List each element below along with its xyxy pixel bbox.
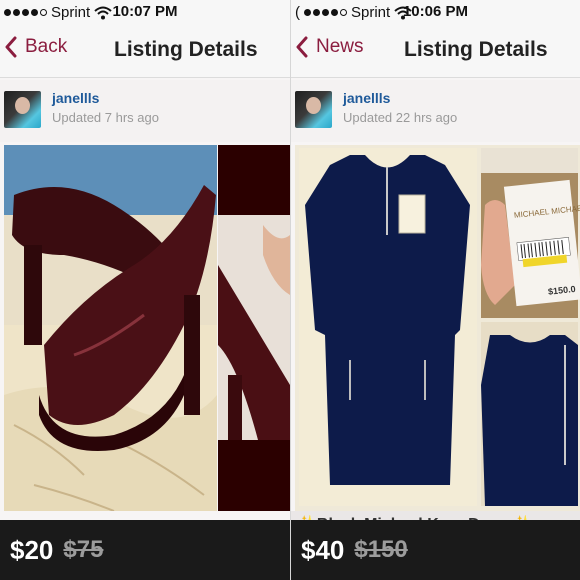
thumbnail-strip-image [218, 145, 290, 511]
status-bar: Sprint 10:07 PM [0, 0, 290, 24]
nav-bar: News Listing Details [291, 24, 580, 78]
seller-row[interactable]: janellls Updated 7 hrs ago [0, 80, 290, 142]
price: $40 [301, 534, 345, 565]
price: $20 [10, 534, 54, 565]
back-label: Back [25, 36, 68, 57]
price-bar: $20 $75 [0, 520, 290, 580]
clock: 10:07 PM [112, 3, 178, 20]
shoe-photo-image [4, 145, 217, 511]
nav-bar: Back Listing Details [0, 24, 290, 78]
status-bar: ( Sprint 10:06 PM [291, 0, 580, 24]
avatar[interactable] [295, 91, 332, 128]
back-button[interactable]: News [295, 36, 364, 58]
seller-username[interactable]: janellls [52, 90, 99, 106]
updated-time: Updated 22 hrs ago [343, 110, 458, 125]
back-label: News [316, 36, 364, 57]
price-bar: $40 $150 [291, 520, 580, 580]
listing-photo-thumbnails[interactable] [218, 145, 290, 511]
clock: 10:06 PM [402, 3, 469, 20]
seller-username[interactable]: janellls [343, 90, 390, 106]
original-price: $75 [63, 536, 104, 563]
page-title: Listing Details [404, 38, 548, 61]
listing-photo-main[interactable]: MICHAEL MICHAEL KORS $150.0 [295, 145, 580, 511]
chevron-left-icon [296, 36, 308, 58]
back-button[interactable]: Back [4, 36, 67, 58]
page-title: Listing Details [114, 38, 258, 61]
listing-screen-left: Sprint 10:07 PM Back Listing Details jan… [0, 0, 290, 580]
listing-photo-main[interactable] [4, 145, 217, 511]
seller-row[interactable]: janellls Updated 22 hrs ago [291, 80, 580, 142]
original-price: $150 [354, 536, 408, 563]
dress-collage-image: MICHAEL MICHAEL KORS $150.0 [295, 145, 580, 511]
listing-screen-right: ( Sprint 10:06 PM News Listing Details j… [290, 0, 580, 580]
chevron-left-icon [5, 36, 17, 58]
avatar[interactable] [4, 91, 41, 128]
updated-time: Updated 7 hrs ago [52, 110, 159, 125]
